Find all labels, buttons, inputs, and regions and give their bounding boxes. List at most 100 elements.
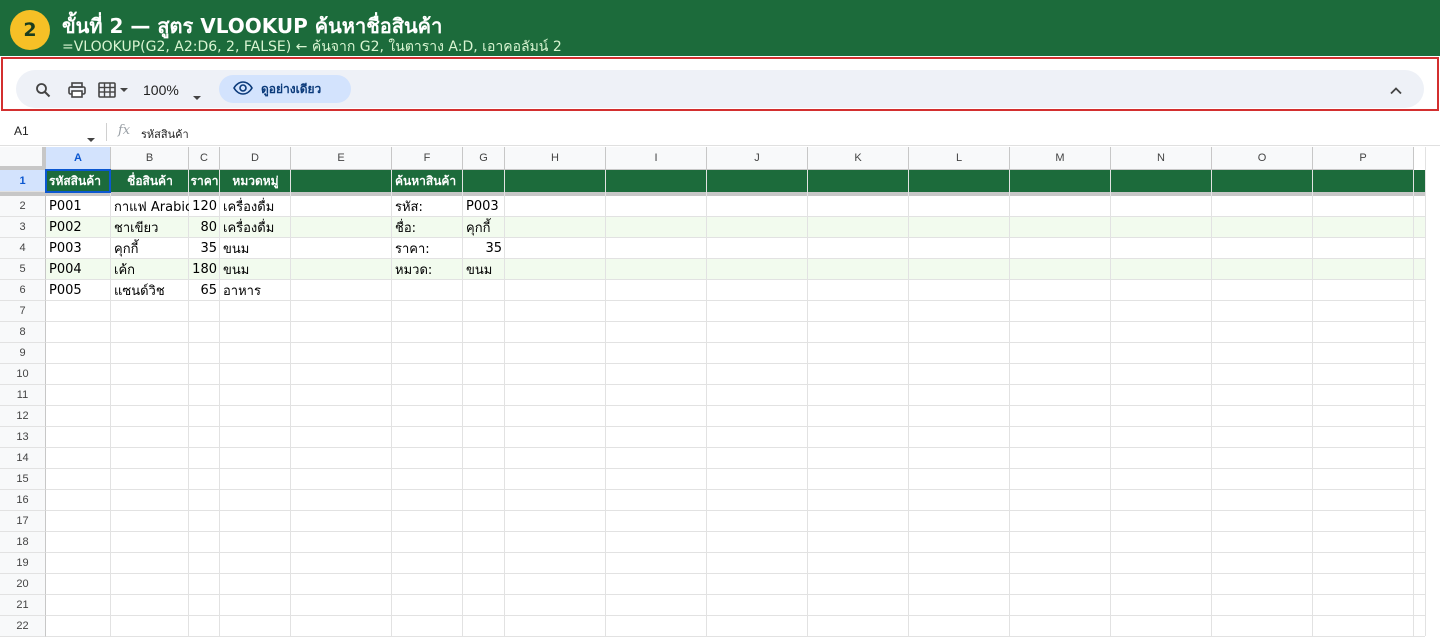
product-name-cell[interactable]: คุกกี้	[111, 238, 189, 259]
column-gridline	[706, 170, 707, 636]
product-category-cell[interactable]: อาหาร	[220, 280, 291, 301]
name-box-dropdown-icon[interactable]	[86, 128, 96, 147]
row-header-8[interactable]: 8	[0, 322, 46, 343]
name-box[interactable]: A1	[14, 124, 29, 138]
lookup-label-cell[interactable]: ราคา:	[392, 238, 463, 259]
step-badge: 2	[10, 10, 50, 50]
view-only-button[interactable]: ดูอย่างเดียว	[219, 75, 351, 103]
product-code-cell[interactable]: P005	[46, 280, 111, 301]
product-price-cell[interactable]: 65	[189, 280, 220, 301]
product-code-cell[interactable]: P001	[46, 196, 111, 217]
select-all-corner[interactable]	[0, 147, 46, 170]
lookup-value-cell[interactable]: P003	[463, 196, 505, 217]
column-header-n[interactable]: N	[1111, 147, 1212, 170]
column-header-a[interactable]: A	[46, 147, 111, 170]
row-header-13[interactable]: 13	[0, 427, 46, 448]
zoom-level[interactable]: 100%	[143, 82, 179, 98]
product-category-cell[interactable]: เครื่องดื่ม	[220, 217, 291, 238]
row-header-19[interactable]: 19	[0, 553, 46, 574]
row-header-4[interactable]: 4	[0, 238, 46, 259]
column-header-b[interactable]: B	[111, 147, 189, 170]
product-code-cell[interactable]: P003	[46, 238, 111, 259]
header-cell-f1[interactable]: ค้นหาสินค้า	[392, 170, 463, 192]
table-row	[46, 616, 1425, 637]
row-header-9[interactable]: 9	[0, 343, 46, 364]
column-header-o[interactable]: O	[1212, 147, 1313, 170]
header-cell-b1[interactable]: ชื่อสินค้า	[111, 170, 189, 192]
product-name-cell[interactable]: กาแฟ Arabica	[111, 196, 189, 217]
row-header-12[interactable]: 12	[0, 406, 46, 427]
column-gridline	[1211, 170, 1212, 636]
product-price-cell[interactable]: 180	[189, 259, 220, 280]
product-price-cell[interactable]: 120	[189, 196, 220, 217]
product-name-cell[interactable]: เค้ก	[111, 259, 189, 280]
column-header-p[interactable]: P	[1313, 147, 1414, 170]
table-row	[46, 301, 1425, 322]
row-header-5[interactable]: 5	[0, 259, 46, 280]
row-header-15[interactable]: 15	[0, 469, 46, 490]
lookup-value-cell[interactable]: คุกกี้	[463, 217, 505, 238]
product-price-cell[interactable]: 80	[189, 217, 220, 238]
table-view-icon[interactable]	[97, 80, 131, 100]
row-header-21[interactable]: 21	[0, 595, 46, 616]
product-code-cell[interactable]: P004	[46, 259, 111, 280]
vertical-scrollbar[interactable]	[1425, 147, 1440, 636]
row-header-10[interactable]: 10	[0, 364, 46, 385]
search-icon[interactable]	[33, 80, 53, 100]
table-row	[46, 595, 1425, 616]
column-header-g[interactable]: G	[463, 147, 505, 170]
row-header-2[interactable]: 2	[0, 196, 46, 217]
table-row	[46, 343, 1425, 364]
column-header-j[interactable]: J	[707, 147, 808, 170]
product-category-cell[interactable]: เครื่องดื่ม	[220, 196, 291, 217]
column-header-i[interactable]: I	[606, 147, 707, 170]
column-header-d[interactable]: D	[220, 147, 291, 170]
product-category-cell[interactable]: ขนม	[220, 259, 291, 280]
lookup-label-cell[interactable]: หมวด:	[392, 259, 463, 280]
column-gridline	[1413, 170, 1414, 636]
lookup-label-cell[interactable]: รหัส:	[392, 196, 463, 217]
formula-input[interactable]: รหัสสินค้า	[141, 125, 189, 143]
row-header-18[interactable]: 18	[0, 532, 46, 553]
table-row	[46, 511, 1425, 532]
row-header-14[interactable]: 14	[0, 448, 46, 469]
row-header-11[interactable]: 11	[0, 385, 46, 406]
row-header-16[interactable]: 16	[0, 490, 46, 511]
row-header-7[interactable]: 7	[0, 301, 46, 322]
row-header-20[interactable]: 20	[0, 574, 46, 595]
column-header-k[interactable]: K	[808, 147, 909, 170]
product-category-cell[interactable]: ขนม	[220, 238, 291, 259]
header-cell-c1[interactable]: ราคา	[189, 170, 220, 192]
product-name-cell[interactable]: ชาเขียว	[111, 217, 189, 238]
chevron-up-icon[interactable]	[1387, 80, 1405, 100]
row-header-6[interactable]: 6	[0, 280, 46, 301]
lookup-value-cell[interactable]: ขนม	[463, 259, 505, 280]
column-header-e[interactable]: E	[291, 147, 392, 170]
formula-bar-divider	[106, 123, 107, 141]
product-price-cell[interactable]: 35	[189, 238, 220, 259]
spreadsheet-grid[interactable]: A B C D E F G H I J K L M N O P 1 2 3 4 5 6 7 8 9 10 11 12 13 14 15 16 1…	[0, 147, 1440, 637]
table-row	[46, 448, 1425, 469]
column-header-m[interactable]: M	[1010, 147, 1111, 170]
product-name-cell[interactable]: แซนด์วิช	[111, 280, 189, 301]
column-header-c[interactable]: C	[189, 147, 220, 170]
lookup-value-cell[interactable]: 35	[463, 238, 505, 259]
row-header-3[interactable]: 3	[0, 217, 46, 238]
row-header-1[interactable]: 1	[0, 170, 46, 192]
table-row	[46, 406, 1425, 427]
product-code-cell[interactable]: P002	[46, 217, 111, 238]
print-icon[interactable]	[67, 80, 87, 100]
tutorial-banner: 2 ขั้นที่ 2 — สูตร VLOOKUP ค้นหาชื่อสินค…	[0, 0, 1440, 56]
column-header-f[interactable]: F	[392, 147, 463, 170]
header-cell-d1[interactable]: หมวดหมู่	[220, 170, 291, 192]
column-header-l[interactable]: L	[909, 147, 1010, 170]
row-header-22[interactable]: 22	[0, 616, 46, 637]
column-header-h[interactable]: H	[505, 147, 606, 170]
table-row	[46, 385, 1425, 406]
zoom-dropdown-icon[interactable]	[192, 86, 202, 105]
table-row	[46, 532, 1425, 553]
table-row	[46, 553, 1425, 574]
row-header-17[interactable]: 17	[0, 511, 46, 532]
eye-icon	[233, 80, 253, 99]
lookup-label-cell[interactable]: ชื่อ:	[392, 217, 463, 238]
